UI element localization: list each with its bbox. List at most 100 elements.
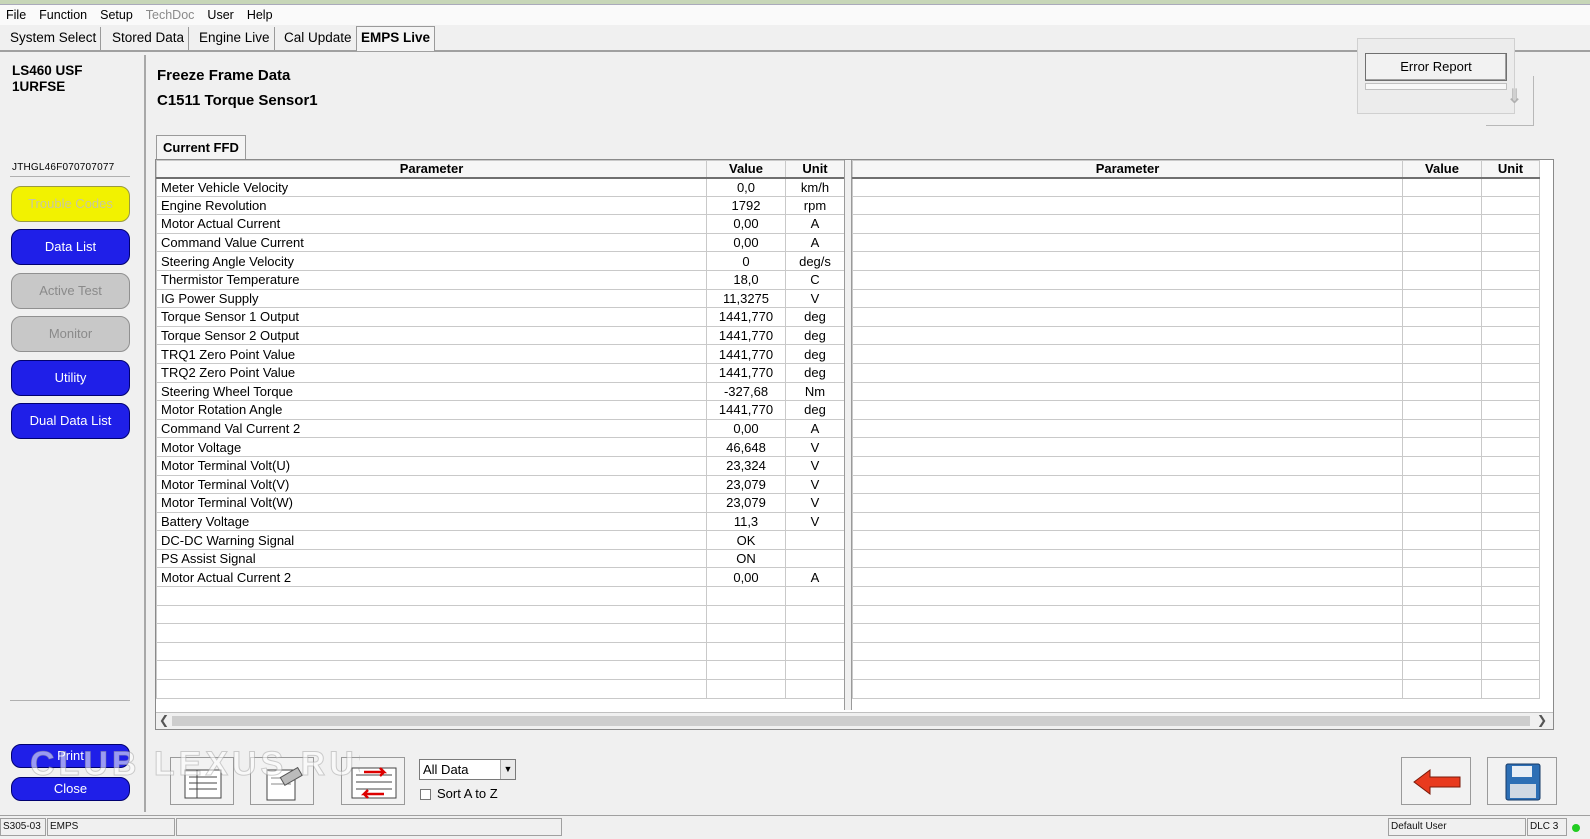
table-row[interactable]: Torque Sensor 2 Output 1441,770 deg xyxy=(156,325,845,346)
menu-user[interactable]: User xyxy=(207,8,233,22)
table-row[interactable]: TRQ2 Zero Point Value 1441,770 deg xyxy=(156,362,845,383)
table-row[interactable] xyxy=(852,679,1540,699)
table-row[interactable] xyxy=(852,641,1540,662)
cell-parameter xyxy=(852,623,1403,643)
tab-system-select[interactable]: System Select xyxy=(6,27,102,50)
table-row[interactable]: Motor Terminal Volt(V) 23,079 V xyxy=(156,474,845,495)
tab-current-ffd[interactable]: Current FFD xyxy=(156,135,246,159)
table-row[interactable] xyxy=(852,307,1540,327)
column-header-parameter[interactable]: Parameter xyxy=(852,160,1403,179)
table-row[interactable] xyxy=(852,400,1540,420)
table-row[interactable]: Steering Wheel Torque -327,68 Nm xyxy=(156,381,845,402)
tab-cal-update[interactable]: Cal Update xyxy=(280,27,357,50)
table-row[interactable] xyxy=(852,623,1540,643)
menu-setup[interactable]: Setup xyxy=(100,8,133,22)
active-test-button: Active Test xyxy=(11,273,130,309)
table-row[interactable]: Battery Voltage 11,3 V xyxy=(156,511,845,532)
cell-unit xyxy=(785,641,845,662)
trouble-codes-button[interactable]: Trouble Codes xyxy=(11,186,130,222)
table-row[interactable] xyxy=(852,604,1540,625)
table-row[interactable] xyxy=(852,269,1540,290)
chevron-down-icon[interactable]: ▼ xyxy=(500,760,515,779)
menu-file[interactable]: File xyxy=(6,8,26,22)
table-row[interactable]: Motor Actual Current 0,00 A xyxy=(156,214,845,234)
table-row[interactable]: Steering Angle Velocity 0 deg/s xyxy=(156,251,845,271)
menu-help[interactable]: Help xyxy=(247,8,273,22)
table-row[interactable] xyxy=(852,511,1540,532)
table-row[interactable] xyxy=(852,344,1540,364)
sort-checkbox[interactable] xyxy=(420,789,431,800)
table-splitter[interactable] xyxy=(844,160,852,710)
table-row[interactable] xyxy=(156,623,845,643)
table-row[interactable]: Command Val Current 2 0,00 A xyxy=(156,418,845,439)
table-row[interactable]: PS Assist Signal ON xyxy=(156,548,845,569)
table-row[interactable] xyxy=(852,177,1540,197)
column-header-parameter[interactable]: Parameter xyxy=(156,160,707,179)
tab-stored-data[interactable]: Stored Data xyxy=(108,27,190,50)
table-row[interactable] xyxy=(852,288,1540,309)
cell-value xyxy=(1402,251,1482,271)
tab-engine-live[interactable]: Engine Live xyxy=(195,27,275,50)
column-header-value[interactable]: Value xyxy=(706,160,786,179)
cell-value: 11,3 xyxy=(706,511,786,532)
table-row[interactable] xyxy=(852,437,1540,457)
table-row[interactable] xyxy=(852,362,1540,383)
table-row[interactable]: Motor Voltage 46,648 V xyxy=(156,437,845,457)
dual-data-list-button[interactable]: Dual Data List xyxy=(11,403,130,439)
table-row[interactable] xyxy=(852,474,1540,495)
tab-emps-live[interactable]: EMPS Live xyxy=(356,26,436,51)
table-row[interactable] xyxy=(852,586,1540,606)
table-row[interactable] xyxy=(156,604,845,625)
cell-parameter xyxy=(852,344,1403,364)
table-row[interactable] xyxy=(852,418,1540,439)
scrollbar-thumb[interactable] xyxy=(172,716,1530,726)
column-header-value[interactable]: Value xyxy=(1402,160,1482,179)
back-button[interactable] xyxy=(1401,757,1471,805)
cell-parameter: Motor Actual Current xyxy=(156,214,707,234)
scroll-left-icon[interactable]: ❮ xyxy=(159,713,169,727)
table-row[interactable] xyxy=(852,530,1540,550)
table-row[interactable] xyxy=(852,325,1540,346)
cell-parameter: DC-DC Warning Signal xyxy=(156,530,707,550)
table-row[interactable]: Torque Sensor 1 Output 1441,770 deg xyxy=(156,307,845,327)
table-row[interactable] xyxy=(852,214,1540,234)
table-row[interactable]: Motor Terminal Volt(W) 23,079 V xyxy=(156,493,845,513)
table-row[interactable] xyxy=(852,455,1540,476)
scroll-right-icon[interactable]: ❯ xyxy=(1537,713,1547,727)
cell-unit xyxy=(1481,474,1540,495)
table-row[interactable]: Meter Vehicle Velocity 0,0 km/h xyxy=(156,177,845,197)
table-row[interactable]: Thermistor Temperature 18,0 C xyxy=(156,269,845,290)
data-filter-select[interactable]: All Data ▼ xyxy=(419,759,516,780)
cell-unit xyxy=(785,679,845,699)
save-button[interactable] xyxy=(1487,757,1557,805)
panel-collapse-button[interactable]: ⇓ xyxy=(1486,76,1534,126)
table-row[interactable]: Motor Terminal Volt(U) 23,324 V xyxy=(156,455,845,476)
table-row[interactable] xyxy=(156,586,845,606)
ffd-table-container: Parameter Value Unit Meter Vehicle Veloc… xyxy=(155,159,1554,730)
table-row[interactable]: Command Value Current 0,00 A xyxy=(156,232,845,253)
column-header-unit[interactable]: Unit xyxy=(785,160,845,179)
table-row[interactable]: TRQ1 Zero Point Value 1441,770 deg xyxy=(156,344,845,364)
table-row[interactable] xyxy=(852,493,1540,513)
table-row[interactable] xyxy=(852,381,1540,402)
table-row[interactable] xyxy=(852,195,1540,216)
table-row[interactable] xyxy=(852,251,1540,271)
table-row[interactable] xyxy=(852,548,1540,569)
menu-function[interactable]: Function xyxy=(39,8,87,22)
table-row[interactable] xyxy=(156,660,845,681)
table-row[interactable]: Engine Revolution 1792 rpm xyxy=(156,195,845,216)
horizontal-scrollbar[interactable]: ❮ ❯ xyxy=(156,712,1553,729)
table-row[interactable] xyxy=(156,641,845,662)
table-row[interactable]: DC-DC Warning Signal OK xyxy=(156,530,845,550)
data-list-button[interactable]: Data List xyxy=(11,229,130,265)
table-row[interactable] xyxy=(852,567,1540,588)
table-row[interactable]: IG Power Supply 11,3275 V xyxy=(156,288,845,309)
table-row[interactable] xyxy=(852,232,1540,253)
cell-value xyxy=(1402,604,1482,625)
column-header-unit[interactable]: Unit xyxy=(1481,160,1540,179)
table-row[interactable] xyxy=(156,679,845,699)
table-row[interactable]: Motor Actual Current 2 0,00 A xyxy=(156,567,845,588)
table-row[interactable] xyxy=(852,660,1540,681)
table-row[interactable]: Motor Rotation Angle 1441,770 deg xyxy=(156,400,845,420)
utility-button[interactable]: Utility xyxy=(11,360,130,396)
